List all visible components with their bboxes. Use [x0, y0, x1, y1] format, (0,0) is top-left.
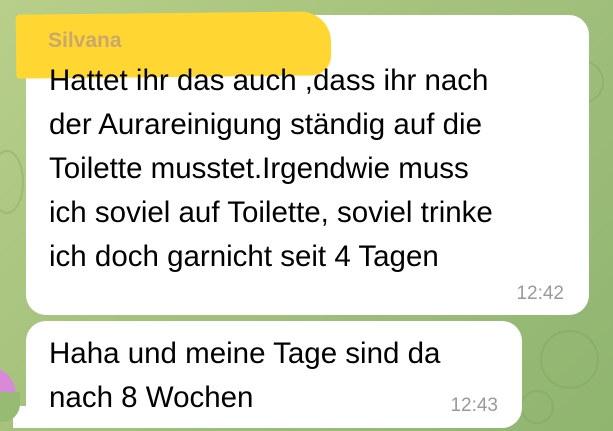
- background-doodle: [540, 330, 599, 389]
- sender-name[interactable]: Silvana: [48, 29, 122, 53]
- background-doodle: [0, 150, 24, 214]
- message-bubble[interactable]: Haha und meine Tage sind da nach 8 Woche…: [26, 321, 522, 428]
- message-timestamp: 12:42: [516, 283, 564, 304]
- message-timestamp: 12:43: [450, 395, 498, 416]
- message-text: Haha und meine Tage sind da nach 8 Woche…: [49, 337, 441, 414]
- background-doodle: [520, 390, 554, 424]
- message-bubble[interactable]: Silvana Hattet ihr das auch ,dass ihr na…: [15, 11, 589, 315]
- message-text: Hattet ihr das auch ,dass ihr nach der A…: [49, 64, 493, 273]
